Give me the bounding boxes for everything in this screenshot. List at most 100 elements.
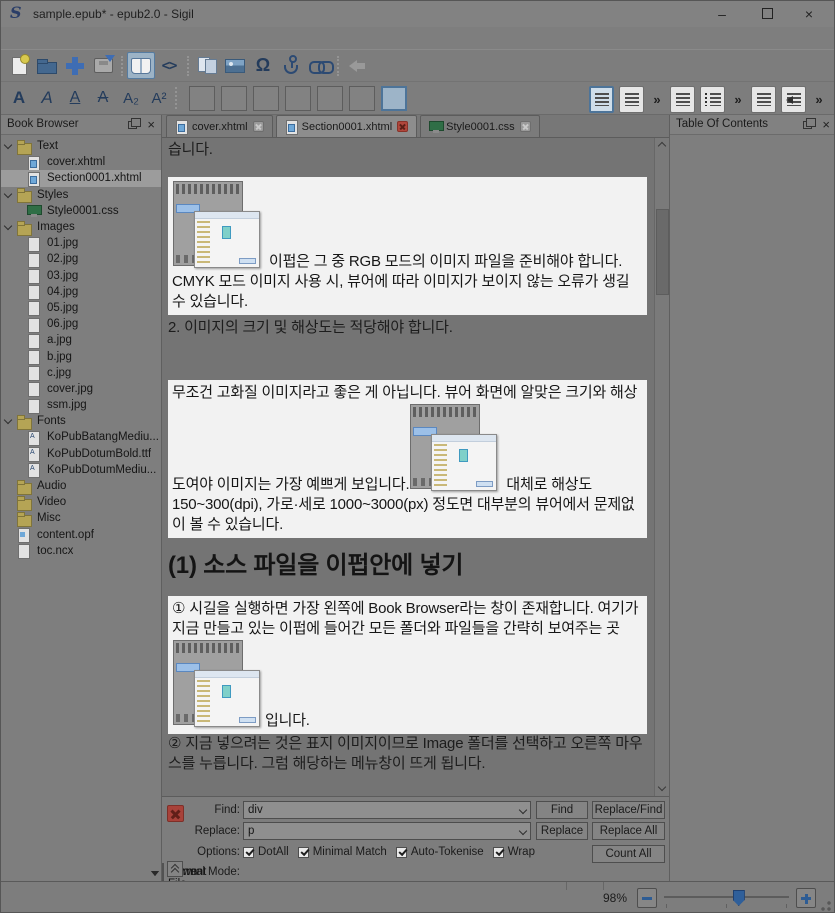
menu-view[interactable] bbox=[117, 35, 135, 41]
replace-input[interactable]: p bbox=[243, 822, 531, 840]
tree-item[interactable]: Fonts bbox=[1, 413, 161, 429]
italic-icon[interactable]: A bbox=[33, 85, 61, 112]
minimize-button[interactable]: – bbox=[705, 1, 739, 27]
tree-item[interactable]: Audio bbox=[1, 478, 161, 494]
maximize-button[interactable] bbox=[750, 1, 784, 27]
tab-close-icon[interactable] bbox=[520, 121, 531, 132]
tree-item[interactable]: Text bbox=[1, 138, 161, 154]
insert-image-icon[interactable] bbox=[221, 52, 249, 79]
expand-chevron-icon[interactable] bbox=[4, 416, 12, 424]
find-input[interactable]: div bbox=[243, 801, 531, 819]
toolbar-overflow-chevron[interactable]: » bbox=[811, 86, 827, 113]
underline-icon[interactable]: A bbox=[61, 85, 89, 112]
scroll-up-icon[interactable] bbox=[655, 138, 669, 153]
zoom-slider-handle[interactable] bbox=[733, 890, 745, 906]
replace-button[interactable]: Replace bbox=[536, 822, 588, 840]
indent-icon[interactable] bbox=[781, 86, 806, 113]
combo-chevron-icon[interactable] bbox=[519, 827, 527, 835]
direction-select[interactable]: Down bbox=[162, 863, 164, 881]
bullet-list-icon[interactable] bbox=[700, 86, 725, 113]
panel-float-icon[interactable] bbox=[128, 121, 137, 129]
add-existing-files-icon[interactable] bbox=[61, 52, 89, 79]
scroll-down-icon[interactable] bbox=[655, 781, 669, 796]
scrollbar-thumb[interactable] bbox=[656, 209, 669, 295]
checkbox-icon[interactable] bbox=[298, 847, 309, 858]
panel-float-icon[interactable] bbox=[803, 121, 812, 129]
expand-chevron-icon[interactable] bbox=[4, 141, 12, 149]
toolbar-button[interactable] bbox=[183, 52, 193, 79]
tree-item[interactable]: 03.jpg bbox=[1, 268, 161, 284]
menu-file[interactable] bbox=[9, 35, 27, 41]
superscript-icon[interactable]: A² bbox=[145, 85, 173, 112]
zoom-in-button[interactable] bbox=[796, 888, 816, 908]
new-file-icon[interactable] bbox=[5, 52, 33, 79]
tab-close-icon[interactable] bbox=[253, 121, 264, 132]
tab-close-icon[interactable] bbox=[397, 121, 408, 132]
special-character-icon[interactable]: Ω bbox=[249, 52, 277, 79]
toolbar-overflow-chevron[interactable]: » bbox=[649, 86, 665, 113]
toolbar-button[interactable] bbox=[117, 52, 127, 79]
insert-link-icon[interactable] bbox=[305, 52, 333, 79]
tree-item[interactable]: 01.jpg bbox=[1, 235, 161, 251]
heading-4-button[interactable] bbox=[285, 86, 311, 111]
tree-item[interactable]: 06.jpg bbox=[1, 316, 161, 332]
tree-item[interactable]: toc.ncx bbox=[1, 543, 161, 559]
heading-5-button[interactable] bbox=[317, 86, 343, 111]
find-option-checkbox[interactable]: DotAll bbox=[243, 846, 289, 858]
toolbar-button[interactable] bbox=[333, 52, 343, 79]
count-all-button[interactable]: Count All bbox=[592, 845, 665, 863]
strikethrough-icon[interactable]: A bbox=[89, 85, 117, 112]
editor-tab[interactable]: Style0001.css bbox=[420, 115, 539, 137]
replace-find-button[interactable]: Replace/Find bbox=[592, 801, 665, 819]
replace-all-button[interactable]: Replace All bbox=[592, 822, 665, 840]
expand-chevron-icon[interactable] bbox=[4, 189, 12, 197]
editor-tab[interactable]: Section0001.xhtml bbox=[276, 115, 418, 137]
panel-close-icon[interactable]: × bbox=[822, 117, 830, 132]
find-option-checkbox[interactable]: Minimal Match bbox=[298, 846, 387, 858]
tree-item[interactable]: cover.jpg bbox=[1, 381, 161, 397]
tree-item[interactable]: cover.xhtml bbox=[1, 154, 161, 170]
tree-item[interactable]: 02.jpg bbox=[1, 251, 161, 267]
find-collapse-icon[interactable] bbox=[167, 861, 183, 877]
book-view-icon[interactable] bbox=[127, 52, 155, 79]
editor-scrollbar[interactable] bbox=[654, 138, 669, 796]
menu-help[interactable] bbox=[171, 35, 189, 41]
tree-item[interactable]: KoPubBatangMediu... bbox=[1, 429, 161, 445]
back-icon[interactable] bbox=[343, 52, 371, 79]
find-close-icon[interactable] bbox=[167, 805, 184, 822]
find-option-checkbox[interactable]: Wrap bbox=[493, 846, 535, 858]
tree-item[interactable]: content.opf bbox=[1, 527, 161, 543]
zoom-slider[interactable] bbox=[664, 888, 789, 908]
align-tool-button[interactable] bbox=[751, 86, 776, 113]
split-section-icon[interactable] bbox=[193, 52, 221, 79]
title-bar[interactable]: S sample.epub* - epub2.0 - Sigil – × bbox=[1, 1, 834, 27]
editor-tab[interactable]: cover.xhtml bbox=[166, 115, 273, 137]
paragraph-button[interactable] bbox=[381, 86, 407, 111]
align-center-icon[interactable] bbox=[619, 86, 644, 113]
save-icon[interactable] bbox=[89, 52, 117, 79]
menu-edit[interactable] bbox=[27, 35, 45, 41]
tree-item[interactable]: KoPubDotumMediu... bbox=[1, 462, 161, 478]
resize-grip[interactable] bbox=[821, 901, 831, 911]
find-button[interactable]: Find bbox=[536, 801, 588, 819]
menu-insert[interactable] bbox=[45, 35, 63, 41]
checkbox-icon[interactable] bbox=[396, 847, 407, 858]
tree-item[interactable]: Styles bbox=[1, 187, 161, 203]
tree-item[interactable]: a.jpg bbox=[1, 332, 161, 348]
toolbar-overflow-chevron[interactable]: » bbox=[730, 86, 746, 113]
tree-item[interactable]: 05.jpg bbox=[1, 300, 161, 316]
anchor-icon[interactable] bbox=[277, 52, 305, 79]
menu-window[interactable] bbox=[135, 35, 153, 41]
align-left-icon[interactable] bbox=[589, 86, 614, 113]
toc-item-start[interactable] bbox=[694, 141, 835, 158]
heading-2-button[interactable] bbox=[221, 86, 247, 111]
close-button[interactable]: × bbox=[792, 1, 826, 27]
expand-chevron-icon[interactable] bbox=[4, 222, 12, 230]
dropdown-arrow-icon[interactable] bbox=[151, 871, 159, 876]
book-view-editor[interactable]: 습니다. 이펍은 그 중 RGB 모드의 이미지 파일을 준비해야 합니다. C… bbox=[162, 138, 669, 796]
tree-item[interactable]: ssm.jpg bbox=[1, 397, 161, 413]
open-file-icon[interactable] bbox=[33, 52, 61, 79]
code-view-icon[interactable]: <> bbox=[155, 52, 183, 79]
tree-item[interactable]: Video bbox=[1, 494, 161, 510]
menu-format[interactable] bbox=[63, 35, 81, 41]
